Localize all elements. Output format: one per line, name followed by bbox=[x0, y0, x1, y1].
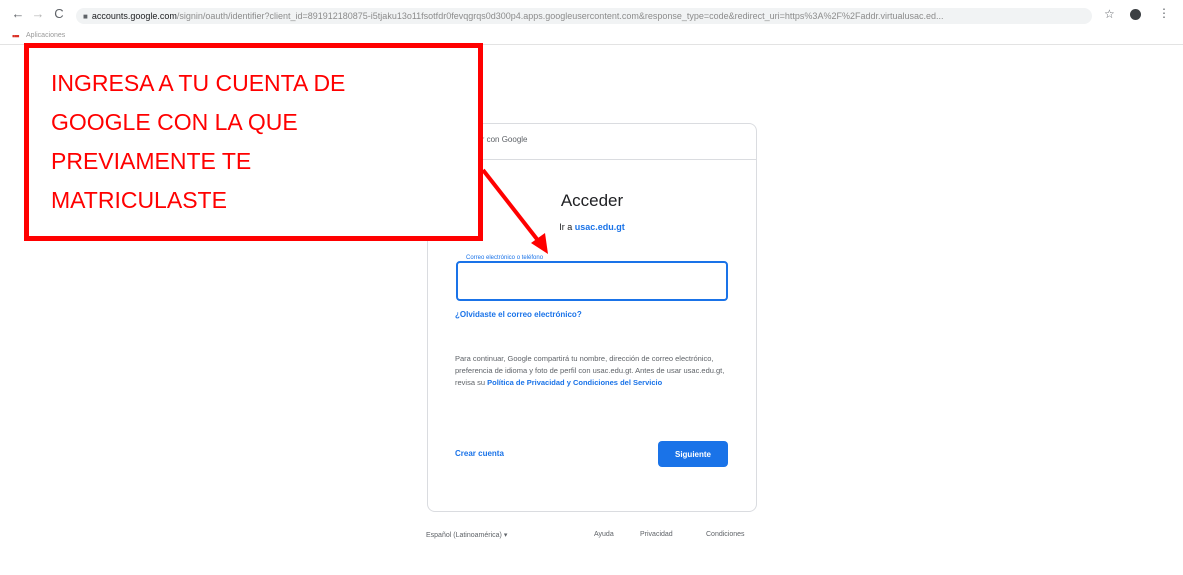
annotation-arrow-line bbox=[481, 168, 542, 245]
annotation-arrow bbox=[481, 168, 548, 254]
